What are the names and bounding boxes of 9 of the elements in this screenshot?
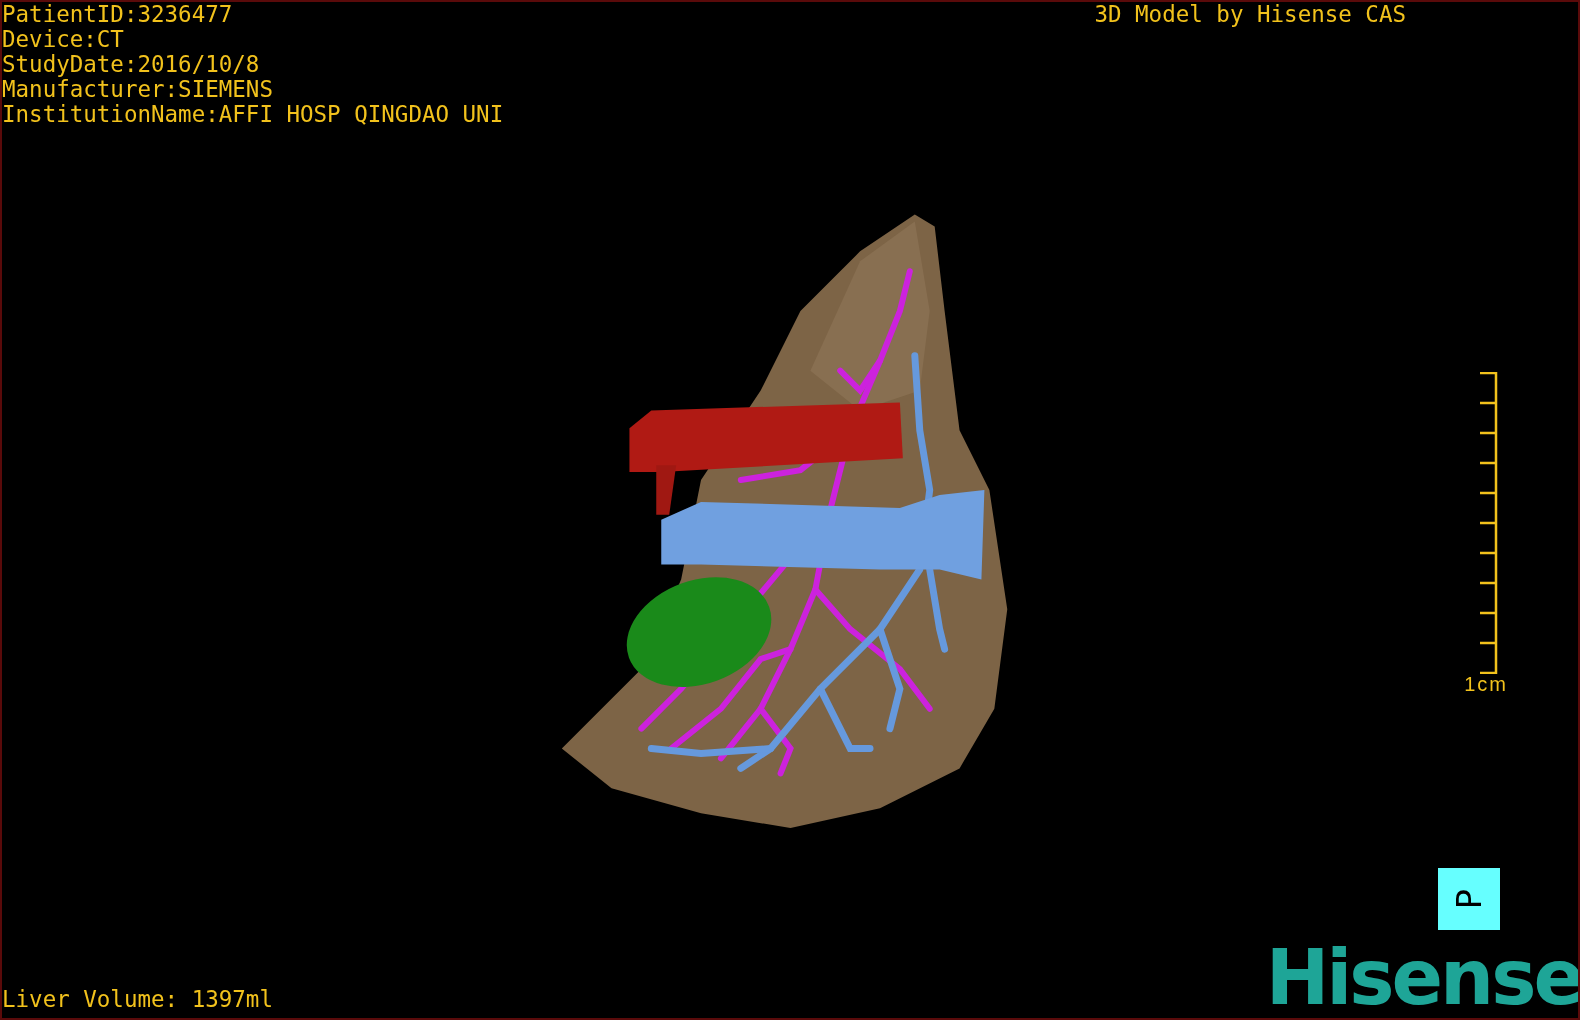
patient-info-line: StudyDate:2016/10/8 bbox=[2, 52, 261, 77]
scale-label: 1cm bbox=[1464, 674, 1508, 694]
patient-info-line: PatientID:3236477 bbox=[2, 2, 234, 27]
orientation-cube[interactable]: P bbox=[1438, 868, 1500, 930]
patient-info-line: InstitutionName:AFFI HOSP QINGDAO UNI bbox=[2, 102, 504, 127]
liver-volume: Liver Volume: 1397ml bbox=[2, 987, 273, 1014]
patient-info-line: Device:CT bbox=[2, 27, 125, 52]
viewer-title: 3D Model by Hisense CAS bbox=[1094, 2, 1406, 29]
patient-info-line: Manufacturer:SIEMENS bbox=[2, 77, 274, 102]
